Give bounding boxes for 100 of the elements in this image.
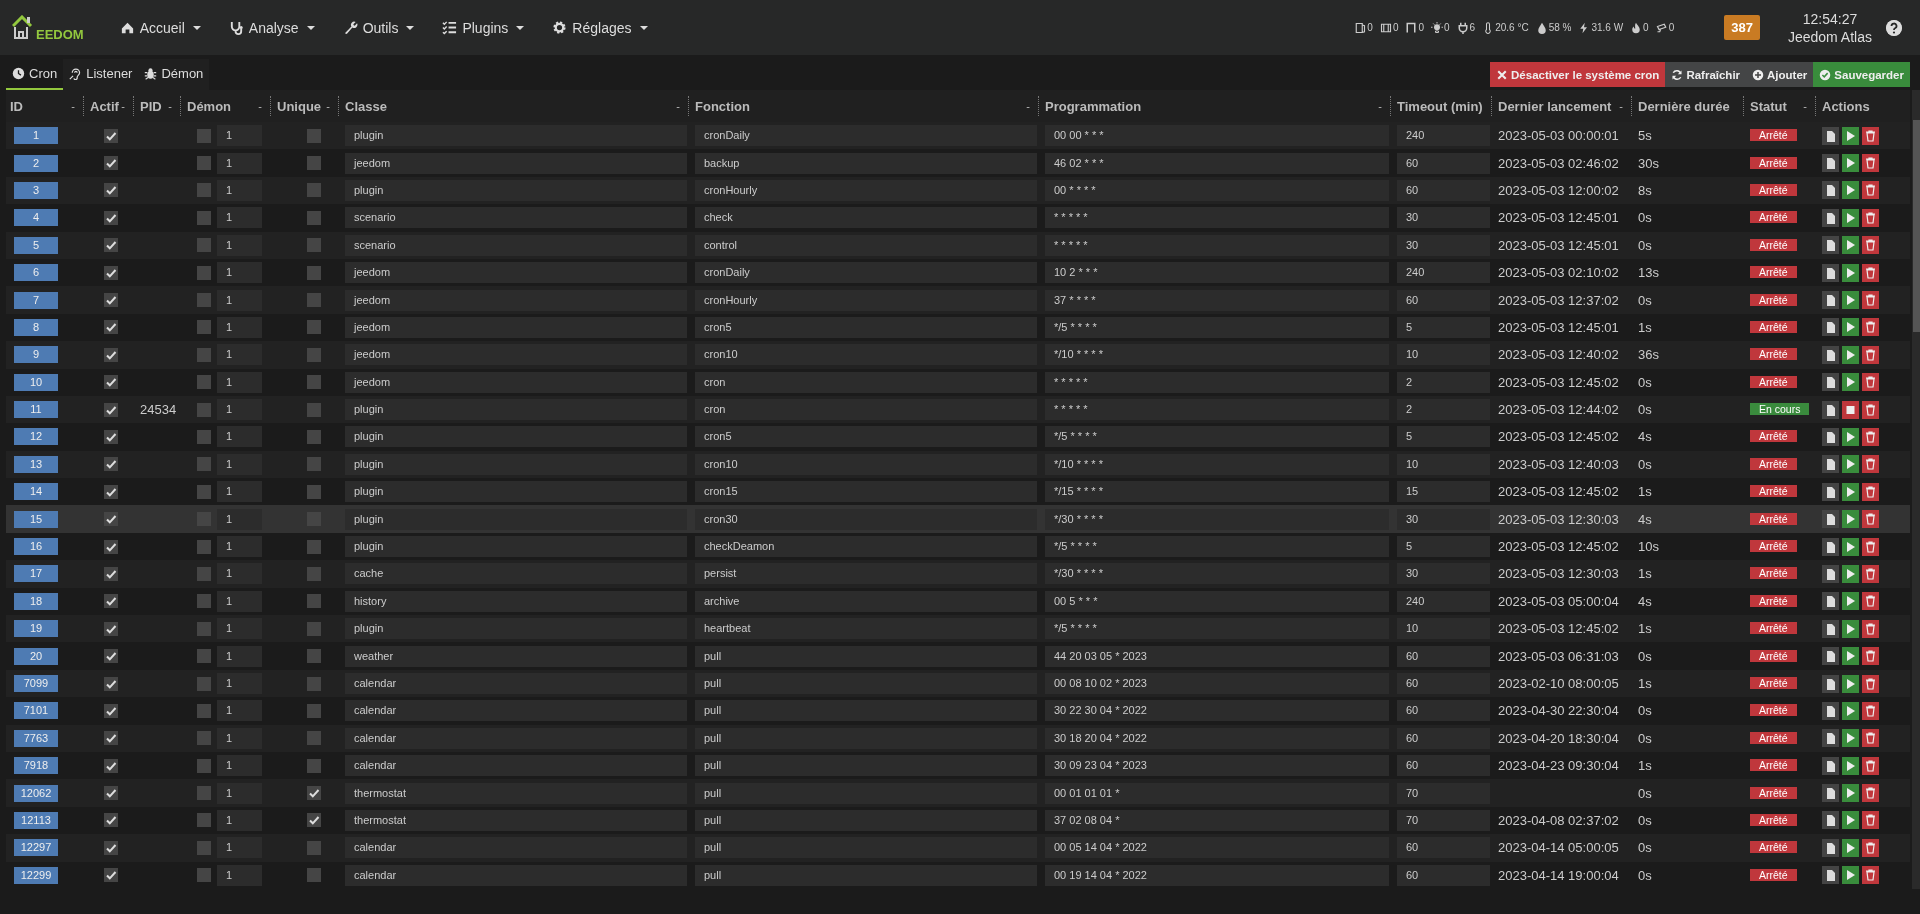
trash-icon[interactable]	[1862, 674, 1879, 693]
input-field[interactable]: 1	[217, 316, 262, 338]
input-field[interactable]: plugin	[345, 618, 687, 640]
checkbox[interactable]	[104, 430, 118, 444]
play-icon[interactable]	[1842, 126, 1859, 145]
input-field[interactable]: heartbeat	[695, 618, 1037, 640]
document-icon[interactable]	[1822, 291, 1839, 310]
id-badge[interactable]: 10	[14, 373, 58, 391]
input-field[interactable]: plugin	[345, 508, 687, 530]
checkbox[interactable]	[307, 868, 321, 883]
sort-indicator[interactable]: -	[1619, 100, 1623, 112]
checkbox[interactable]	[104, 594, 118, 609]
checkbox[interactable]	[104, 238, 118, 253]
column-header[interactable]: Classe	[345, 98, 387, 114]
document-icon[interactable]	[1822, 373, 1839, 392]
column-header[interactable]: Dernier lancement	[1498, 98, 1612, 114]
input-field[interactable]: cron	[695, 371, 1037, 393]
checkbox[interactable]	[104, 128, 118, 143]
input-field[interactable]: 1	[217, 371, 262, 393]
checkbox[interactable]	[307, 758, 321, 773]
checkbox[interactable]	[307, 484, 321, 499]
checkbox[interactable]	[197, 539, 211, 554]
input-field[interactable]: 1	[217, 234, 262, 256]
input-field[interactable]: scenario	[345, 234, 687, 256]
column-header[interactable]: PID	[140, 98, 162, 114]
checkbox[interactable]	[104, 649, 118, 664]
input-field[interactable]: cron5	[695, 426, 1037, 448]
input-field[interactable]: cronDaily	[695, 262, 1037, 284]
input-field[interactable]: pull	[695, 864, 1037, 886]
input-field[interactable]: 10	[1397, 618, 1490, 640]
nav-menu[interactable]: Analyse	[214, 0, 329, 55]
trash-icon[interactable]	[1862, 291, 1879, 310]
checkbox[interactable]	[307, 649, 321, 664]
play-icon[interactable]	[1842, 482, 1859, 501]
input-field[interactable]: 1	[217, 426, 262, 448]
input-field[interactable]: pull	[695, 809, 1037, 831]
save-button[interactable]: Sauvegarder	[1813, 62, 1910, 87]
input-field[interactable]: 1	[217, 590, 262, 612]
play-icon[interactable]	[1842, 866, 1859, 885]
checkbox[interactable]	[197, 566, 211, 581]
input-field[interactable]: */5 * * * *	[1045, 316, 1389, 338]
checkbox[interactable]	[104, 347, 118, 362]
input-field[interactable]: calendar	[345, 673, 687, 694]
checkbox[interactable]	[197, 402, 211, 417]
input-field[interactable]: 1	[217, 508, 262, 530]
sort-indicator[interactable]: -	[1803, 100, 1807, 112]
checkbox[interactable]	[104, 265, 118, 280]
checkbox[interactable]	[307, 539, 321, 554]
input-field[interactable]: 1	[217, 207, 262, 229]
id-badge[interactable]: 9	[14, 346, 58, 364]
input-field[interactable]: */10 * * * *	[1045, 453, 1389, 475]
input-field[interactable]: plugin	[345, 125, 687, 147]
checkbox[interactable]	[307, 703, 321, 718]
checkbox[interactable]	[307, 402, 321, 417]
trash-icon[interactable]	[1862, 729, 1879, 748]
column-header[interactable]: Programmation	[1045, 98, 1142, 114]
input-field[interactable]: cron30	[695, 508, 1037, 530]
input-field[interactable]: jeedom	[345, 152, 687, 174]
checkbox[interactable]	[197, 128, 211, 143]
input-field[interactable]: 5	[1397, 426, 1490, 448]
input-field[interactable]: 60	[1397, 645, 1490, 667]
play-icon[interactable]	[1842, 701, 1859, 720]
id-badge[interactable]: 12299	[14, 866, 58, 884]
play-icon[interactable]	[1842, 455, 1859, 474]
checkbox[interactable]	[197, 868, 211, 883]
tab[interactable]: Démon	[138, 59, 210, 90]
trash-icon[interactable]	[1862, 455, 1879, 474]
input-field[interactable]: 1	[217, 700, 262, 722]
input-field[interactable]: 46 02 * * *	[1045, 152, 1389, 174]
play-icon[interactable]	[1842, 236, 1859, 255]
input-field[interactable]: 1	[217, 481, 262, 503]
play-icon[interactable]	[1842, 756, 1859, 775]
checkbox[interactable]	[197, 676, 211, 691]
input-field[interactable]: calendar	[345, 755, 687, 777]
document-icon[interactable]	[1822, 181, 1839, 200]
trash-icon[interactable]	[1862, 619, 1879, 638]
checkbox[interactable]	[197, 703, 211, 718]
input-field[interactable]: pull	[695, 700, 1037, 722]
column-header[interactable]: Actions	[1822, 98, 1870, 114]
trash-icon[interactable]	[1862, 345, 1879, 364]
checkbox[interactable]	[197, 238, 211, 253]
column-header[interactable]: ID	[10, 98, 23, 114]
input-field[interactable]: 1	[217, 673, 262, 694]
checkbox[interactable]	[197, 813, 211, 828]
trash-icon[interactable]	[1862, 181, 1879, 200]
refresh-button[interactable]: Rafraîchir	[1665, 62, 1747, 87]
checkbox[interactable]	[307, 156, 321, 171]
sort-indicator[interactable]: -	[168, 100, 172, 112]
input-field[interactable]: 240	[1397, 262, 1490, 284]
checkbox[interactable]	[197, 375, 211, 390]
checkbox[interactable]	[104, 868, 118, 883]
play-icon[interactable]	[1842, 263, 1859, 282]
input-field[interactable]: 1	[217, 618, 262, 640]
checkbox[interactable]	[307, 566, 321, 581]
checkbox[interactable]	[104, 457, 118, 472]
checkbox[interactable]	[104, 731, 118, 746]
input-field[interactable]: cron15	[695, 481, 1037, 503]
checkbox[interactable]	[104, 375, 118, 390]
input-field[interactable]: 60	[1397, 152, 1490, 174]
input-field[interactable]: 1	[217, 864, 262, 886]
